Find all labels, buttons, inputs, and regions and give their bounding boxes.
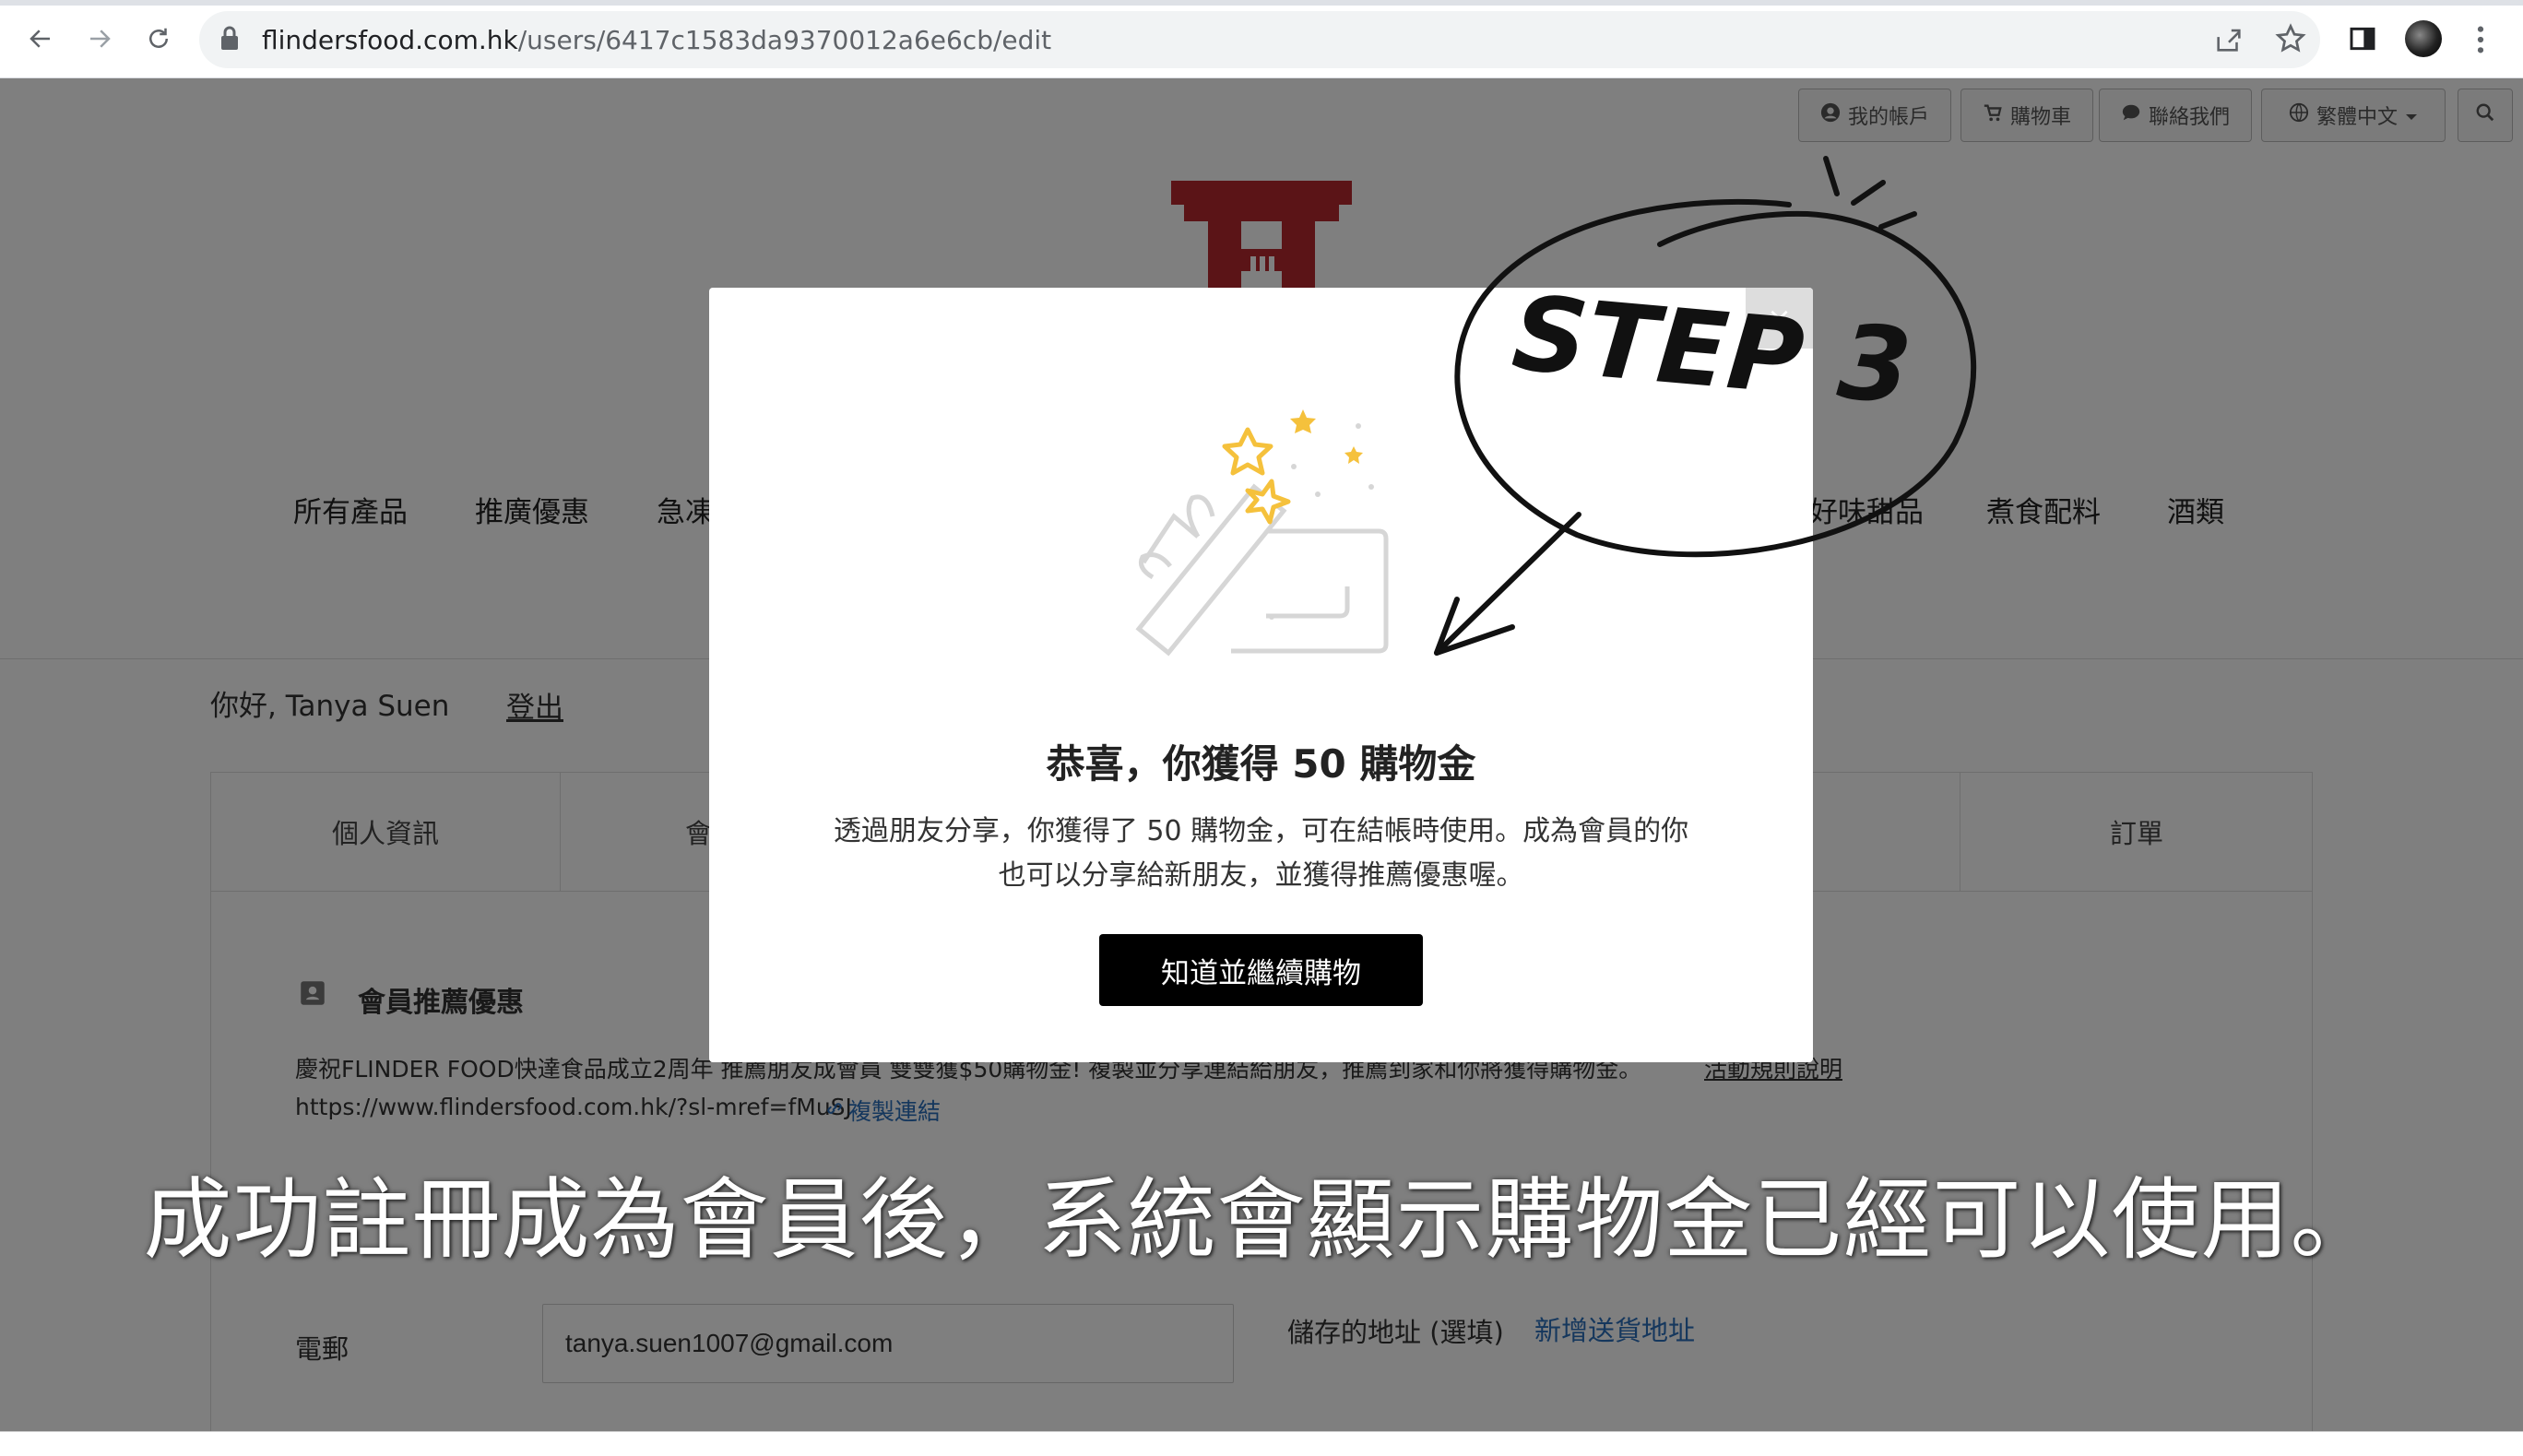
bottom-shelf <box>0 1431 2523 1456</box>
url-text[interactable]: flindersfood.com.hk/users/6417c1583da937… <box>262 25 1051 55</box>
modal-title: 恭喜，你獲得 50 購物金 <box>1046 741 1476 787</box>
side-panel-icon[interactable] <box>2348 24 2377 57</box>
back-icon[interactable] <box>22 20 59 57</box>
profile-avatar[interactable] <box>2405 20 2442 57</box>
lock-icon <box>219 26 240 55</box>
gift-box-illustration <box>1130 402 1397 664</box>
share-icon[interactable] <box>2213 24 2245 59</box>
caption-subtitle: 成功註冊成為會員後，系統會顯示購物金已經可以使用。 <box>143 1168 2380 1272</box>
step-3-annotation: STEP 3 <box>1434 156 1977 656</box>
forward-icon[interactable] <box>81 20 118 57</box>
step-3-label: STEP 3 <box>1508 274 1915 428</box>
modal-body: 透過朋友分享，你獲得了 50 購物金，可在結帳時使用。成為會員的你也可以分享給新… <box>833 815 1689 892</box>
continue-shopping-button[interactable]: 知道並繼續購物 <box>1099 934 1423 1006</box>
menu-kebab-icon[interactable] <box>2471 24 2490 59</box>
bookmark-star-icon[interactable] <box>2274 22 2307 59</box>
reload-icon[interactable] <box>140 20 177 57</box>
tab-strip <box>0 0 2523 6</box>
